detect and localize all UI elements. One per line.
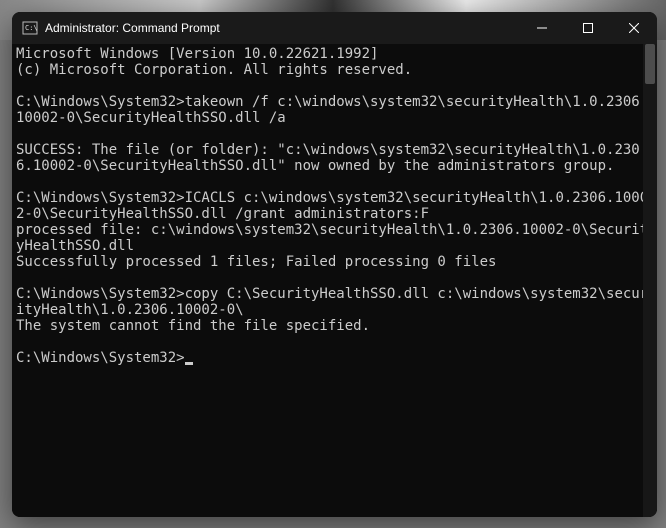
terminal-output[interactable]: Microsoft Windows [Version 10.0.22621.19… bbox=[12, 44, 657, 517]
terminal-line: C:\Windows\System32>copy C:\SecurityHeal… bbox=[16, 286, 653, 318]
terminal-line bbox=[16, 174, 653, 190]
scrollbar[interactable] bbox=[643, 44, 657, 517]
terminal-line: C:\Windows\System32>takeown /f c:\window… bbox=[16, 94, 653, 126]
close-button[interactable] bbox=[611, 12, 657, 44]
terminal-line bbox=[16, 78, 653, 94]
terminal-line bbox=[16, 126, 653, 142]
cursor bbox=[185, 362, 193, 365]
terminal-line: processed file: c:\windows\system32\secu… bbox=[16, 222, 653, 254]
command-prompt-window: C:\ Administrator: Command Prompt Micros… bbox=[12, 12, 657, 517]
svg-text:C:\: C:\ bbox=[25, 24, 38, 32]
terminal-line: C:\Windows\System32> bbox=[16, 350, 653, 366]
window-title: Administrator: Command Prompt bbox=[45, 21, 220, 35]
terminal-line bbox=[16, 334, 653, 350]
terminal-line: SUCCESS: The file (or folder): "c:\windo… bbox=[16, 142, 653, 174]
maximize-button[interactable] bbox=[565, 12, 611, 44]
terminal-line: The system cannot find the file specifie… bbox=[16, 318, 653, 334]
terminal-line: (c) Microsoft Corporation. All rights re… bbox=[16, 62, 653, 78]
terminal-line bbox=[16, 270, 653, 286]
titlebar[interactable]: C:\ Administrator: Command Prompt bbox=[12, 12, 657, 44]
terminal-line: Microsoft Windows [Version 10.0.22621.19… bbox=[16, 46, 653, 62]
window-controls bbox=[519, 12, 657, 44]
terminal-line: Successfully processed 1 files; Failed p… bbox=[16, 254, 653, 270]
terminal-line: C:\Windows\System32>ICACLS c:\windows\sy… bbox=[16, 190, 653, 222]
cmd-icon: C:\ bbox=[22, 20, 38, 36]
scrollbar-thumb[interactable] bbox=[645, 44, 655, 84]
minimize-button[interactable] bbox=[519, 12, 565, 44]
